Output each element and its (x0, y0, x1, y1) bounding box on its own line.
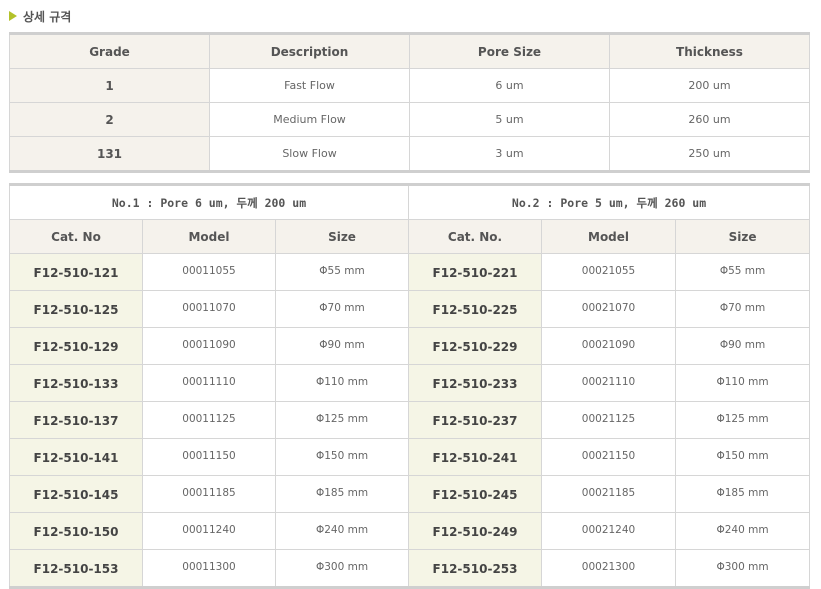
table-row: F12-510-137 00011125 Φ125 mm F12-510-237 000… (9, 401, 811, 439)
size-cell: Φ150 mm (675, 438, 811, 476)
cat-no-cell: F12-510-249 (408, 512, 543, 550)
section-title-text: 상세 규격 (23, 9, 72, 24)
header-model: Model (541, 219, 677, 254)
pore-size-cell: 5 um (409, 102, 610, 137)
model-cell: 00021070 (541, 290, 677, 328)
pore-size-cell: 6 um (409, 68, 610, 103)
table-row: 131 Slow Flow 3 um 250 um (9, 136, 810, 172)
description-cell: Fast Flow (209, 68, 410, 103)
grade-cell: 2 (9, 102, 210, 137)
cat-no-cell: F12-510-137 (9, 401, 143, 439)
size-cell: Φ125 mm (675, 401, 811, 439)
table-row: F12-510-153 00011300 Φ300 mm F12-510-253 000… (9, 549, 811, 588)
triangle-bullet-icon (9, 11, 17, 21)
model-cell: 00021055 (541, 253, 677, 291)
group-header-no1: No.1 : Pore 6 um, 두께 200 um (8, 184, 410, 220)
table-row: F12-510-121 00011055 Φ55 mm F12-510-221 0002… (9, 253, 811, 291)
cat-no-cell: F12-510-145 (9, 475, 143, 513)
model-cell: 00021300 (541, 549, 677, 588)
description-cell: Slow Flow (209, 136, 410, 172)
model-cell: 00021240 (541, 512, 677, 550)
grade-spec-table: Grade Description Pore Size Thickness 1 … (9, 32, 810, 173)
cat-no-cell: F12-510-229 (408, 327, 543, 365)
size-cell: Φ90 mm (274, 327, 410, 365)
table-row: F12-510-133 00011110 Φ110 mm F12-510-233 000… (9, 364, 811, 402)
size-cell: Φ150 mm (274, 438, 410, 476)
size-cell: Φ55 mm (274, 253, 410, 291)
cat-no-cell: F12-510-133 (9, 364, 143, 402)
header-model: Model (142, 219, 276, 254)
size-cell: Φ55 mm (675, 253, 811, 291)
model-cell: 00011185 (142, 475, 276, 513)
header-thickness: Thickness (609, 33, 810, 69)
table-row: F12-510-145 00011185 Φ185 mm F12-510-245 000… (9, 475, 811, 513)
size-cell: Φ110 mm (274, 364, 410, 402)
model-cell: 00011055 (142, 253, 276, 291)
cat-no-cell: F12-510-141 (9, 438, 143, 476)
cat-no-cell: F12-510-129 (9, 327, 143, 365)
group-header-no2: No.2 : Pore 5 um, 두께 260 um (408, 184, 811, 220)
cat-no-cell: F12-510-225 (408, 290, 543, 328)
model-cell: 00011150 (142, 438, 276, 476)
size-cell: Φ185 mm (274, 475, 410, 513)
size-cell: Φ185 mm (675, 475, 811, 513)
size-cell: Φ125 mm (274, 401, 410, 439)
cat-no-cell: F12-510-153 (9, 549, 143, 588)
section-title: 상세 규격 (9, 7, 71, 25)
model-cell: 00021110 (541, 364, 677, 402)
model-cell: 00011125 (142, 401, 276, 439)
cat-no-cell: F12-510-237 (408, 401, 543, 439)
grade-cell: 131 (9, 136, 210, 172)
table-row: F12-510-125 00011070 Φ70 mm F12-510-225 0002… (9, 290, 811, 328)
header-cat-no: Cat. No. (408, 219, 543, 254)
group-header-row: No.1 : Pore 6 um, 두께 200 um No.2 : Pore … (8, 184, 811, 220)
table-row: 2 Medium Flow 5 um 260 um (9, 102, 810, 137)
header-size: Size (274, 219, 410, 254)
model-cell: 00011300 (142, 549, 276, 588)
model-cell: 00021090 (541, 327, 677, 365)
cat-no-cell: F12-510-245 (408, 475, 543, 513)
model-cell: 00011240 (142, 512, 276, 550)
model-cell: 00021150 (541, 438, 677, 476)
thickness-cell: 250 um (609, 136, 810, 172)
catalog-table: No.1 : Pore 6 um, 두께 200 um No.2 : Pore … (8, 183, 811, 589)
model-cell: 00011070 (142, 290, 276, 328)
size-cell: Φ110 mm (675, 364, 811, 402)
grade-cell: 1 (9, 68, 210, 103)
header-size: Size (675, 219, 811, 254)
header-pore-size: Pore Size (409, 33, 610, 69)
cat-no-cell: F12-510-121 (9, 253, 143, 291)
header-description: Description (209, 33, 410, 69)
header-cat-no: Cat. No (9, 219, 143, 254)
size-cell: Φ70 mm (675, 290, 811, 328)
model-cell: 00011090 (142, 327, 276, 365)
size-cell: Φ300 mm (274, 549, 410, 588)
model-cell: 00021125 (541, 401, 677, 439)
size-cell: Φ90 mm (675, 327, 811, 365)
cat-no-cell: F12-510-150 (9, 512, 143, 550)
table-row: F12-510-141 00011150 Φ150 mm F12-510-241 000… (9, 438, 811, 476)
thickness-cell: 260 um (609, 102, 810, 137)
cat-no-cell: F12-510-253 (408, 549, 543, 588)
cat-no-cell: F12-510-221 (408, 253, 543, 291)
size-cell: Φ240 mm (274, 512, 410, 550)
table-row: F12-510-129 00011090 Φ90 mm F12-510-229 0002… (9, 327, 811, 365)
cat-no-cell: F12-510-241 (408, 438, 543, 476)
size-cell: Φ240 mm (675, 512, 811, 550)
thickness-cell: 200 um (609, 68, 810, 103)
grade-header-row: Grade Description Pore Size Thickness (9, 33, 810, 69)
cat-no-cell: F12-510-233 (408, 364, 543, 402)
catalog-header-row: Cat. No Model Size Cat. No. Model Size (9, 219, 811, 254)
model-cell: 00011110 (142, 364, 276, 402)
model-cell: 00021185 (541, 475, 677, 513)
size-cell: Φ300 mm (675, 549, 811, 588)
cat-no-cell: F12-510-125 (9, 290, 143, 328)
header-grade: Grade (9, 33, 210, 69)
table-row: 1 Fast Flow 6 um 200 um (9, 68, 810, 103)
table-row: F12-510-150 00011240 Φ240 mm F12-510-249 000… (9, 512, 811, 550)
size-cell: Φ70 mm (274, 290, 410, 328)
description-cell: Medium Flow (209, 102, 410, 137)
pore-size-cell: 3 um (409, 136, 610, 172)
